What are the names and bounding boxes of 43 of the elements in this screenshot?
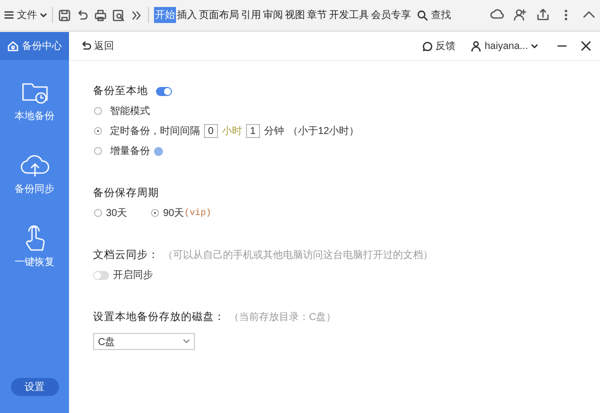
section-hint: （当前存放目录：C盘） bbox=[229, 310, 336, 324]
sidebar-item[interactable]: 本地备份 bbox=[14, 109, 54, 123]
search-label: 查找 bbox=[431, 8, 451, 22]
sidebar-item[interactable]: 一键恢复 bbox=[14, 255, 54, 269]
ribbon-tab[interactable]: 插入 bbox=[176, 7, 198, 23]
back-button[interactable]: 返回 bbox=[81, 39, 114, 53]
unit-label: 分钟 bbox=[264, 124, 284, 138]
settings-button[interactable]: 设置 bbox=[10, 378, 58, 396]
back-label: 返回 bbox=[94, 40, 114, 53]
ribbon-tab[interactable]: 审阅 bbox=[262, 7, 284, 23]
minutes-input[interactable]: 1 bbox=[246, 124, 260, 138]
section-title: 文档云同步： bbox=[93, 248, 159, 262]
ribbon-tab[interactable]: 章节 bbox=[306, 7, 328, 23]
section-title: 设置本地备份存放的磁盘： bbox=[93, 310, 225, 324]
section-title: 备份至本地 bbox=[93, 84, 148, 98]
toggle-label: 开启同步 bbox=[113, 268, 153, 282]
feedback-button[interactable]: 反馈 bbox=[422, 39, 456, 53]
user-menu[interactable]: haiyana... bbox=[470, 40, 538, 52]
search-button[interactable]: 查找 bbox=[417, 8, 451, 22]
ribbon-tab[interactable]: 开始 bbox=[154, 7, 176, 23]
ribbon-tab[interactable]: 开发工具 bbox=[328, 7, 370, 23]
select-value: C盘 bbox=[98, 336, 116, 348]
sidebar-item[interactable]: 备份同步 bbox=[14, 182, 54, 196]
disk-select[interactable]: C盘 bbox=[93, 333, 195, 350]
option-label[interactable]: 30天 bbox=[106, 206, 128, 220]
section-title: 备份保存周期 bbox=[93, 186, 159, 200]
ribbon-tab[interactable]: 视图 bbox=[284, 7, 306, 23]
option-label[interactable]: 增量备份 bbox=[110, 144, 150, 158]
option-label[interactable]: 智能模式 bbox=[110, 104, 150, 118]
ribbon-tab[interactable]: 页面布局 bbox=[198, 7, 240, 23]
option-label[interactable]: 定时备份，时间间隔 bbox=[110, 124, 200, 138]
user-name: haiyana... bbox=[484, 40, 528, 52]
hours-input[interactable]: 0 bbox=[204, 124, 218, 138]
option-label[interactable]: 90天 bbox=[163, 206, 184, 220]
vip-tag: (vip) bbox=[184, 208, 212, 218]
unit-label: 小时 bbox=[222, 124, 242, 138]
ribbon-tab[interactable]: 引用 bbox=[240, 7, 262, 23]
limit-note: （小于12小时） bbox=[288, 124, 360, 138]
ribbon-tab[interactable]: 会员专享 bbox=[370, 7, 412, 23]
file-menu[interactable]: 文件 bbox=[17, 8, 37, 22]
section-hint: （可以从自己的手机或其他电脑访问这台电脑打开过的文档） bbox=[163, 248, 433, 262]
feedback-label: 反馈 bbox=[436, 40, 456, 53]
sidebar-title: 备份中心 bbox=[22, 40, 62, 53]
